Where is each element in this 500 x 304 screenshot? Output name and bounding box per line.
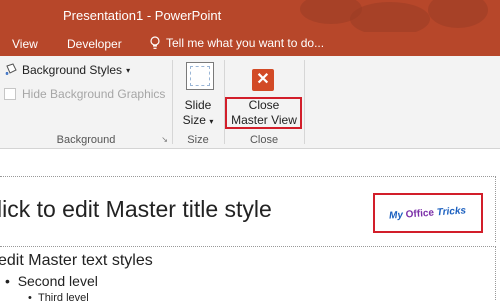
tell-me-search[interactable]: Tell me what you want to do... xyxy=(149,36,324,50)
tell-me-text: Tell me what you want to do... xyxy=(166,36,325,50)
tab-developer[interactable]: Developer xyxy=(67,37,122,51)
my-office-tricks-logo[interactable]: My Office Tricks xyxy=(389,205,467,221)
slide-size-line2: Size xyxy=(182,113,206,127)
slide-size-label: Slide Size ▾ xyxy=(172,98,224,129)
body-placeholder-border xyxy=(495,246,496,300)
lightbulb-icon xyxy=(150,36,160,49)
background-decoration xyxy=(428,0,488,28)
slide-size-icon xyxy=(186,62,214,90)
slide-size-button[interactable]: Slide Size ▾ xyxy=(172,56,224,130)
group-label-size: Size xyxy=(187,134,209,146)
tab-view[interactable]: View xyxy=(12,37,38,51)
master-body-level3[interactable]: • Third level xyxy=(28,292,89,304)
background-group: Background Styles ▾ Hide Background Grap… xyxy=(0,56,172,148)
logo-text-tricks: Tricks xyxy=(436,204,467,218)
slide-size-line1: Slide xyxy=(184,98,212,112)
window-title: Presentation1 - PowerPoint xyxy=(63,8,222,23)
logo-text-office: Office xyxy=(405,207,435,221)
hide-background-graphics-checkbox[interactable]: Hide Background Graphics xyxy=(4,87,165,101)
hide-background-graphics-label: Hide Background Graphics xyxy=(22,87,166,101)
ribbon-tabs: View Developer Tell me what you want to … xyxy=(0,32,500,56)
body-placeholder-border xyxy=(0,246,496,247)
background-decoration xyxy=(350,2,430,32)
group-label-background: Background xyxy=(56,134,116,146)
master-title-placeholder[interactable]: lick to edit Master title style xyxy=(0,196,272,223)
title-bar: Presentation1 - PowerPoint xyxy=(0,0,500,32)
checkbox-icon xyxy=(4,88,16,100)
background-styles-label: Background Styles xyxy=(22,63,123,77)
size-group: Slide Size ▾ Size xyxy=(172,56,224,148)
body-level3-text: Third level xyxy=(37,292,89,304)
group-divider xyxy=(304,60,305,144)
title-placeholder-border xyxy=(495,176,496,242)
logo-text-my: My xyxy=(389,209,404,222)
paint-bucket-icon xyxy=(5,63,17,75)
chevron-down-icon: ▾ xyxy=(209,117,214,126)
logo-highlight: My Office Tricks xyxy=(373,193,483,233)
title-placeholder-border xyxy=(0,176,496,177)
chevron-down-icon: ▾ xyxy=(126,65,131,75)
close-icon: ✕ xyxy=(252,69,274,91)
body-level2-text: Second level xyxy=(17,273,98,289)
master-body-level1[interactable]: edit Master text styles xyxy=(0,252,153,270)
highlight-annotation xyxy=(225,97,302,129)
master-body-level2[interactable]: • Second level xyxy=(5,273,98,289)
background-styles-button[interactable]: Background Styles ▾ xyxy=(4,63,130,77)
dialog-launcher-icon[interactable]: ↘ xyxy=(161,135,168,144)
group-label-close: Close xyxy=(249,134,279,146)
